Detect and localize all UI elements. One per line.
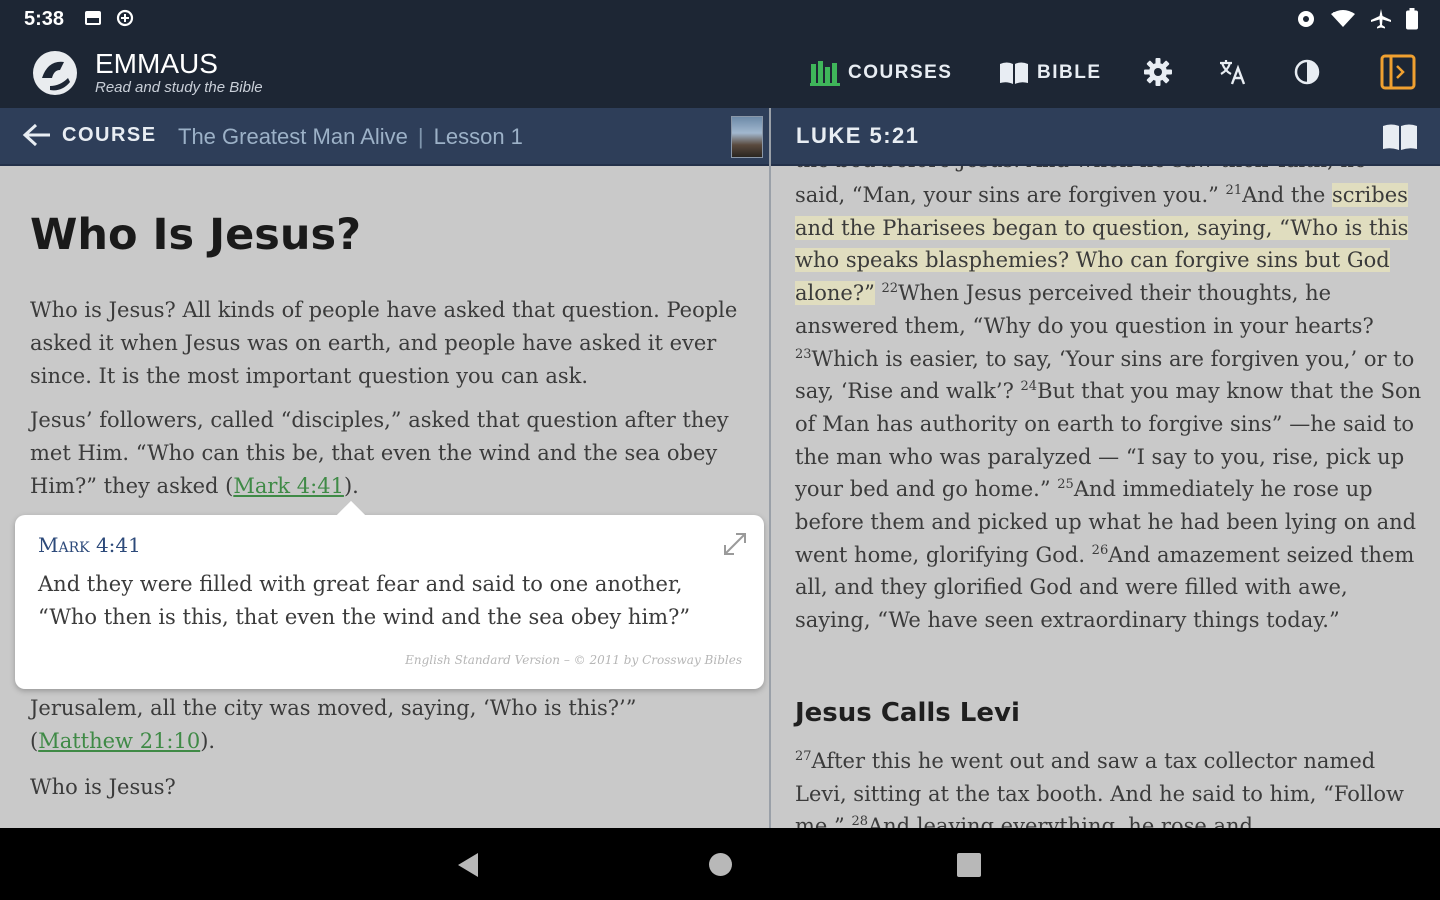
- lesson-paragraph-1: Who is Jesus? All kinds of people have a…: [30, 298, 738, 388]
- verse-number: 25: [1057, 477, 1074, 493]
- lesson-heading: Who Is Jesus?: [30, 210, 362, 260]
- contrast-button[interactable]: [1291, 56, 1323, 88]
- back-arrow-icon: [22, 123, 50, 147]
- recents-square-icon[interactable]: [957, 853, 981, 877]
- emmaus-logo-icon[interactable]: [30, 48, 80, 98]
- status-icons: [1296, 8, 1418, 30]
- course-cover-thumbnail[interactable]: [731, 116, 763, 158]
- verse-number: 21: [1225, 183, 1243, 198]
- airplane-mode-icon: [1371, 9, 1391, 29]
- status-bar: 5:38: [0, 0, 1440, 36]
- verse-text: [875, 281, 882, 305]
- expand-icon[interactable]: [722, 531, 748, 557]
- verse-text: said, “Man, your sins are forgiven you.”: [795, 183, 1226, 207]
- bible-passage: said, “Man, your sins are forgiven you.”…: [795, 179, 1425, 637]
- verse-popup[interactable]: Mark 4:41 And they were filled with grea…: [15, 515, 764, 689]
- verse-number: 26: [1091, 542, 1109, 558]
- courses-nav-button[interactable]: COURSES: [810, 58, 952, 88]
- settings-button[interactable]: [1142, 56, 1174, 88]
- image-notification-icon: [85, 11, 101, 25]
- verse-number: 23: [795, 346, 812, 362]
- open-book-icon[interactable]: [1382, 123, 1418, 151]
- data-saver-icon: [116, 9, 134, 27]
- popup-copyright: English Standard Version – © 2011 by Cro…: [405, 653, 742, 667]
- lesson-paragraph-3: Jerusalem, all the city was moved, sayin…: [30, 692, 740, 758]
- brand-tagline: Read and study the Bible: [95, 79, 263, 96]
- bible-text-partial-top: the bed before Jesus. And when he saw th…: [795, 166, 1425, 177]
- breadcrumb-separator: |: [417, 124, 424, 149]
- wifi-icon: [1331, 10, 1355, 27]
- course-header: COURSE The Greatest Man Alive | Lesson 1: [0, 108, 769, 166]
- lesson-content: Who Is Jesus? Who is Jesus? All kinds of…: [0, 166, 769, 828]
- section-heading: Jesus Calls Levi: [795, 698, 1020, 728]
- lesson-name: Lesson 1: [433, 124, 523, 149]
- scripture-link-mark-4-41[interactable]: Mark 4:41: [233, 474, 344, 498]
- paragraph-text: Jesus’ followers, called “disciples,” as…: [30, 408, 729, 498]
- eye-icon: [1298, 11, 1314, 27]
- bible-content: the bed before Jesus. And when he saw th…: [771, 166, 1440, 828]
- brand-name: EMMAUS: [95, 48, 218, 79]
- paragraph-text: ).: [343, 474, 359, 498]
- courses-icon: [810, 61, 840, 86]
- back-triangle-icon[interactable]: [458, 853, 478, 877]
- panel-toggle-button[interactable]: [1380, 54, 1416, 90]
- verse-text: And the: [1242, 183, 1332, 207]
- lesson-paragraph-4: Who is Jesus?: [30, 775, 176, 799]
- translate-button[interactable]: [1216, 56, 1248, 88]
- back-course-label: COURSE: [62, 123, 157, 146]
- verse-number: 22: [881, 281, 899, 297]
- status-time: 5:38: [24, 8, 65, 30]
- back-to-course-button[interactable]: COURSE: [22, 122, 157, 148]
- panel-expand-icon: [1380, 54, 1416, 90]
- system-nav-bar: [0, 828, 1440, 900]
- paragraph-text: ).: [200, 729, 216, 753]
- popup-reference[interactable]: Mark 4:41: [38, 533, 141, 557]
- verse-number: 28: [851, 814, 868, 828]
- verse-number: 27: [795, 749, 812, 764]
- battery-icon: [1406, 8, 1418, 30]
- bible-nav-button[interactable]: BIBLE: [999, 58, 1102, 88]
- home-circle-icon[interactable]: [709, 853, 732, 876]
- open-book-icon: [1000, 62, 1028, 84]
- course-breadcrumb[interactable]: The Greatest Man Alive | Lesson 1: [178, 124, 523, 150]
- verse-text: And leaving everything, he rose and: [867, 814, 1253, 828]
- translate-icon: [1220, 60, 1246, 85]
- scripture-link-matthew-21-10[interactable]: Matthew 21:10: [38, 729, 200, 753]
- app-bar: EMMAUS Read and study the Bible COURSES …: [0, 36, 1440, 108]
- lesson-paragraph-2: Jesus’ followers, called “disciples,” as…: [30, 404, 740, 503]
- bible-passage-section: 27After this he went out and saw a tax c…: [795, 745, 1425, 828]
- popup-verse-text: And they were filled with great fear and…: [38, 572, 691, 629]
- contrast-icon: [1294, 59, 1320, 85]
- courses-label: COURSES: [848, 62, 953, 83]
- bible-header: LUKE 5:21: [771, 108, 1440, 166]
- bible-label: BIBLE: [1037, 62, 1102, 83]
- bible-reference-title[interactable]: LUKE 5:21: [796, 123, 920, 149]
- course-name: The Greatest Man Alive: [178, 124, 408, 149]
- gear-icon: [1144, 58, 1172, 86]
- verse-number: 24: [1020, 379, 1038, 395]
